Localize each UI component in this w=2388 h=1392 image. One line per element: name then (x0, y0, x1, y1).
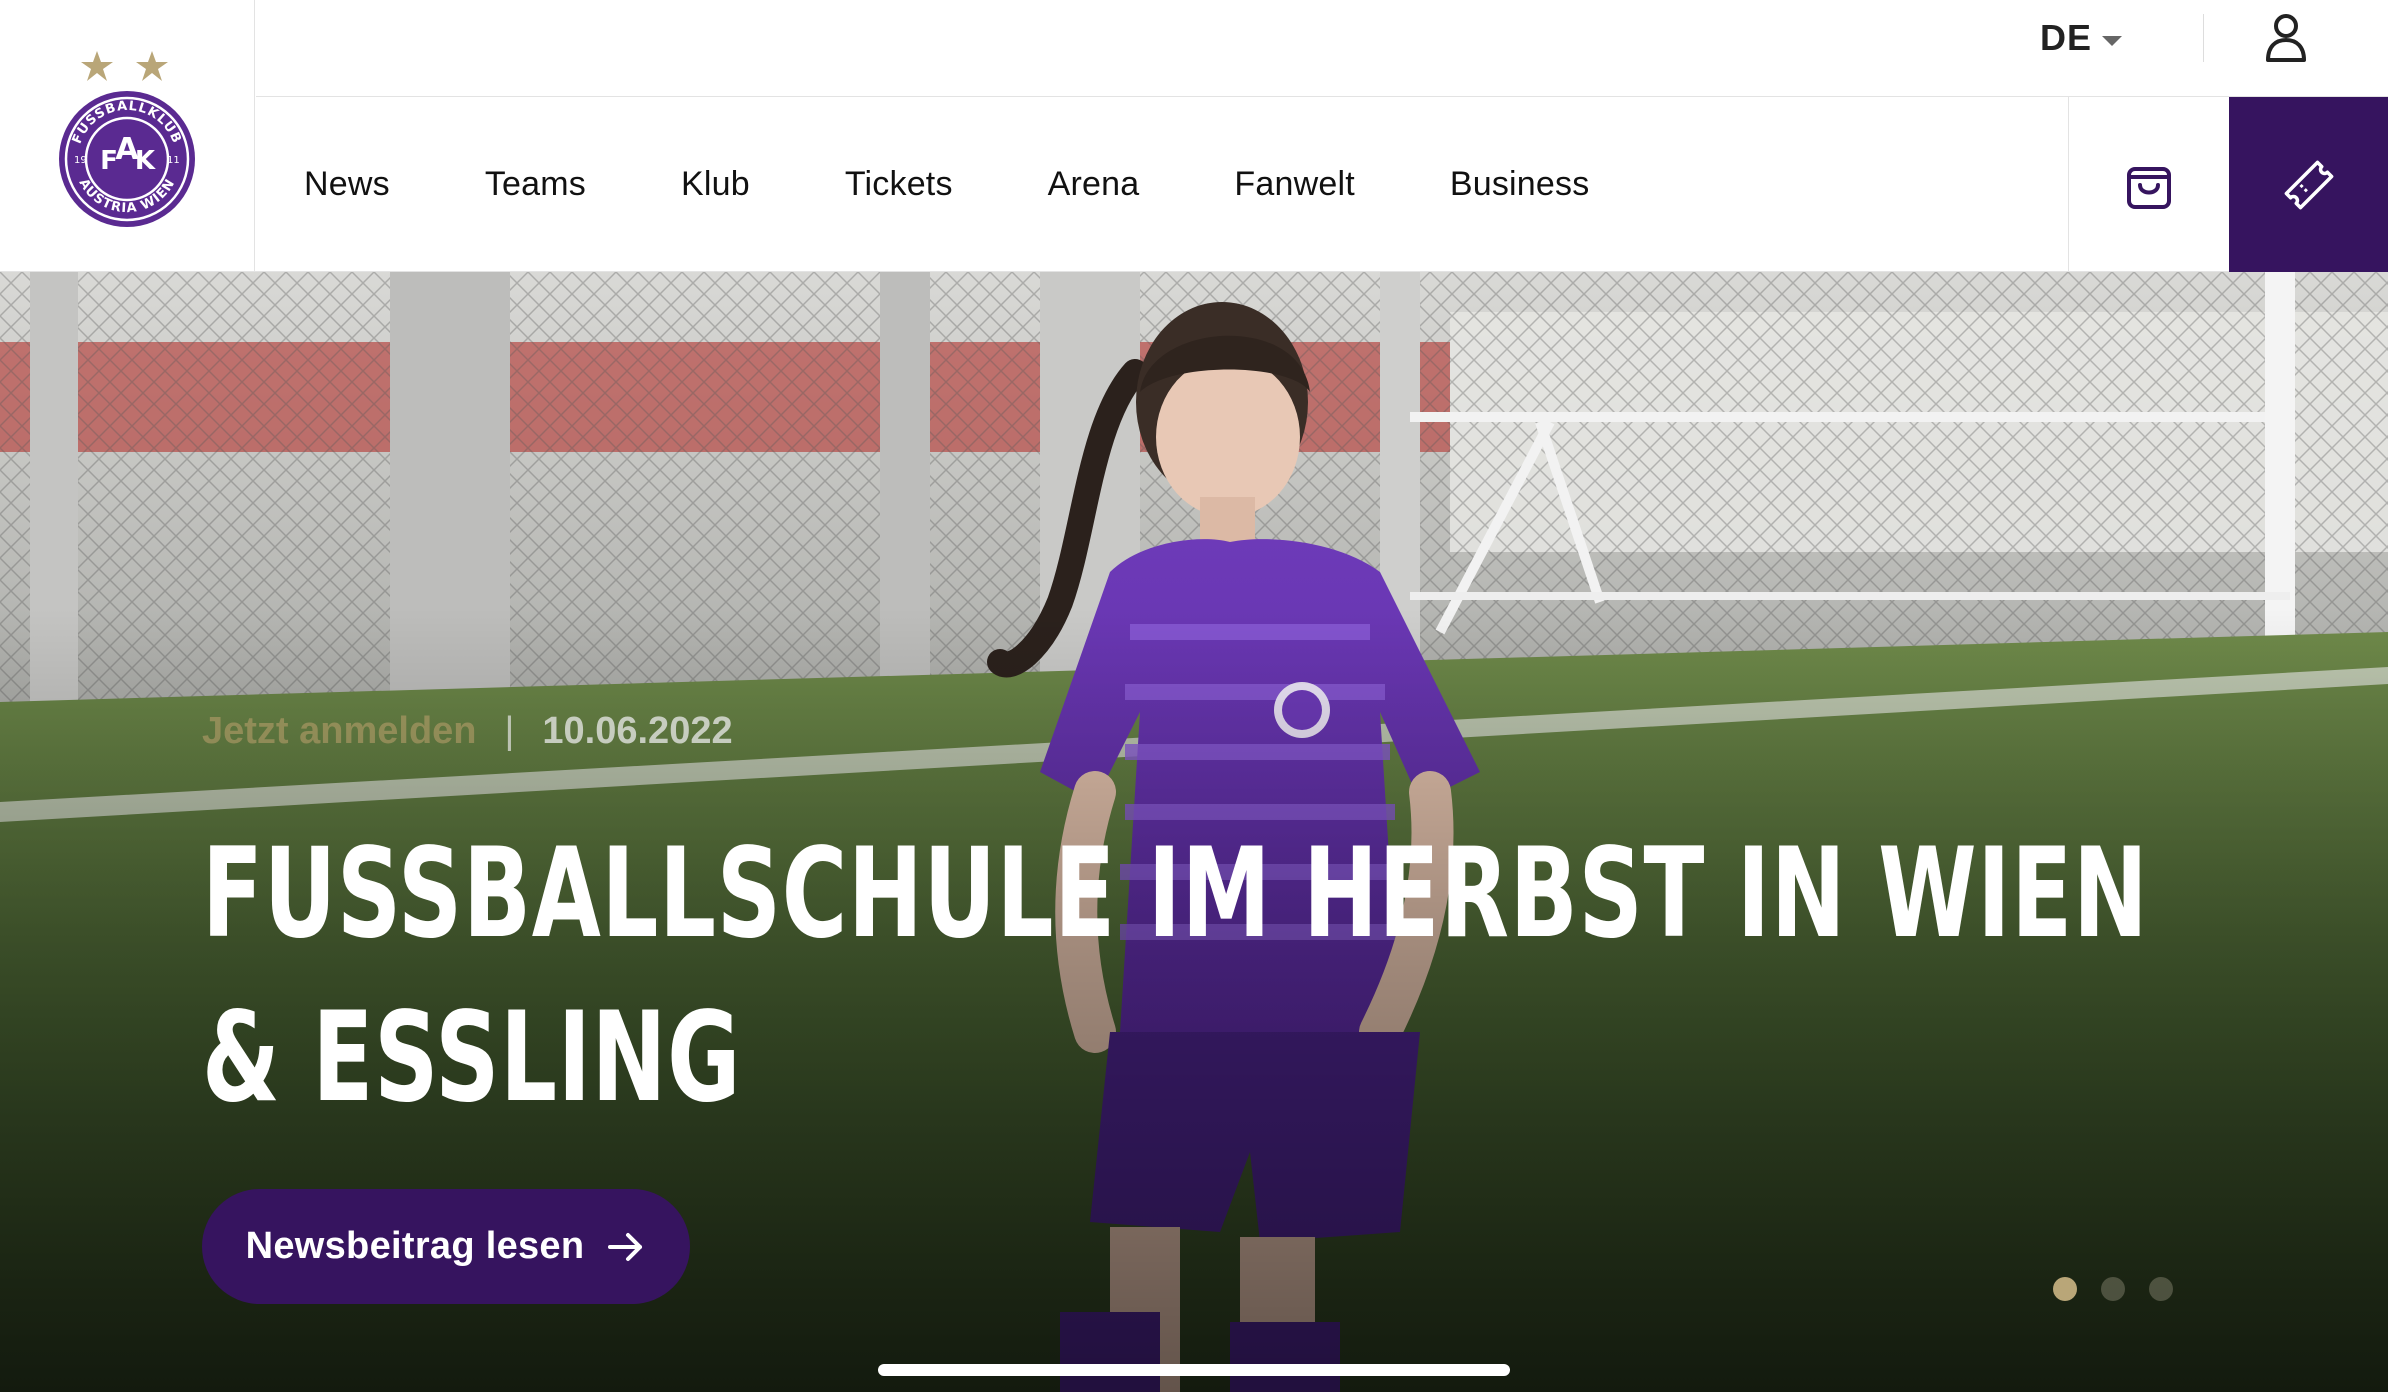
svg-text:19: 19 (74, 155, 87, 166)
arrow-right-icon (608, 1232, 643, 1261)
svg-text:11: 11 (167, 155, 180, 166)
ticket-button[interactable] (2229, 97, 2388, 272)
read-article-button[interactable]: Newsbeitrag lesen (202, 1189, 690, 1304)
slider-pagination (2053, 1277, 2173, 1301)
user-icon (2266, 14, 2306, 62)
read-article-label: Newsbeitrag lesen (245, 1225, 585, 1267)
article-meta: Jetzt anmelden | 10.06.2022 (202, 710, 733, 753)
club-crest-icon: FUSSBALLKLUB AUSTRIA WIEN 19 11 F A K (59, 51, 195, 227)
chevron-down-icon (2102, 36, 2123, 46)
slide-dot-1[interactable] (2053, 1277, 2077, 1301)
slide-dot-2[interactable] (2101, 1277, 2125, 1301)
ticket-icon (2284, 160, 2333, 209)
hero-slider: Jetzt anmelden | 10.06.2022 FUSSBALLSCHU… (0, 272, 2388, 1392)
slide-dot-3[interactable] (2149, 1277, 2173, 1301)
shopping-bag-icon (2127, 166, 2171, 209)
svg-text:K: K (135, 146, 156, 176)
nav-item-teams[interactable]: Teams (485, 165, 586, 204)
nav-item-news[interactable]: News (304, 165, 390, 204)
meta-separator: | (504, 710, 515, 752)
nav-item-fanwelt[interactable]: Fanwelt (1234, 165, 1354, 204)
club-logo[interactable]: FUSSBALLKLUB AUSTRIA WIEN 19 11 F A K (0, 0, 255, 272)
hero-headline: FUSSBALLSCHULE IM HERBST IN WIEN & ESSLI… (202, 822, 2149, 1130)
language-label: DE (2040, 17, 2093, 58)
account-button[interactable] (2260, 10, 2312, 66)
article-category[interactable]: Jetzt anmelden (202, 710, 477, 753)
site-header: FUSSBALLKLUB AUSTRIA WIEN 19 11 F A K DE… (0, 0, 2388, 272)
language-selector[interactable]: DE (2040, 8, 2140, 68)
main-navigation: News Teams Klub Tickets Arena Fanwelt Bu… (256, 97, 1684, 272)
home-indicator[interactable] (878, 1364, 1510, 1376)
nav-item-tickets[interactable]: Tickets (845, 165, 953, 204)
divider (2203, 14, 2204, 62)
nav-item-arena[interactable]: Arena (1048, 165, 1140, 204)
shop-button[interactable] (2068, 97, 2229, 272)
nav-item-klub[interactable]: Klub (681, 165, 750, 204)
article-date: 10.06.2022 (542, 710, 733, 752)
nav-item-business[interactable]: Business (1450, 165, 1590, 204)
